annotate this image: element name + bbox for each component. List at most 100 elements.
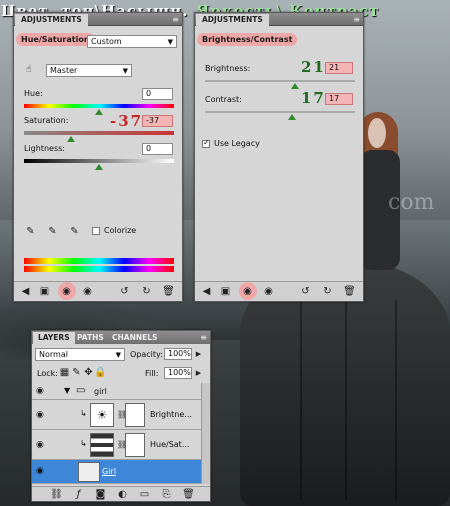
brightness-slider-thumb[interactable] <box>291 83 299 89</box>
brightness-field[interactable]: 21 <box>325 62 353 74</box>
reset-icon[interactable]: ↻ <box>140 285 153 298</box>
hue-saturation-heading: Hue/Saturation <box>16 33 95 46</box>
brightness-big-value: 21 <box>301 58 326 76</box>
opacity-label: Opacity: <box>130 350 163 359</box>
contrast-label: Contrast: <box>205 95 242 104</box>
lightness-slider[interactable] <box>24 159 174 163</box>
folder-icon: ▭ <box>76 385 86 396</box>
blend-mode-select[interactable]: Normal ▼ <box>35 348 125 361</box>
preset-value: Custom <box>91 37 122 46</box>
eye-icon[interactable]: ◉ <box>36 440 44 450</box>
fill-arrow-icon[interactable]: ▶ <box>192 367 205 380</box>
saturation-big-value: -37 <box>110 112 144 130</box>
layer-name: Brightne... <box>150 410 192 419</box>
expand-view-icon[interactable]: ▣ <box>219 285 232 298</box>
panel-menu-icon[interactable]: ≡ <box>200 332 207 343</box>
layer-name: Hue/Sat... <box>150 440 190 449</box>
layers-scrollbar[interactable] <box>201 383 210 484</box>
fill-field[interactable]: 100% <box>164 367 192 379</box>
panel-menu-icon[interactable]: ≡ <box>172 14 179 25</box>
tab-adjustments[interactable]: ADJUSTMENTS <box>15 14 88 26</box>
layer-girl[interactable]: ◉ Girl <box>32 460 202 484</box>
tab-paths[interactable]: PATHS <box>77 332 104 344</box>
brightness-contrast-panel: ADJUSTMENTS ≡ Brightness/Contrast Bright… <box>194 12 364 302</box>
lightness-field[interactable]: 0 <box>142 143 173 155</box>
layer-mask-thumbnail <box>125 433 145 457</box>
eye-icon[interactable]: ◉ <box>262 285 275 298</box>
tab-adjustments[interactable]: ADJUSTMENTS <box>196 14 269 26</box>
panel-titlebar: ADJUSTMENTS ≡ <box>195 13 363 26</box>
eyedropper-icon[interactable]: ✎ <box>24 225 37 238</box>
visibility-toggle-icon[interactable]: ◉ <box>60 285 73 298</box>
hue-label: Hue: <box>24 89 43 98</box>
panel-titlebar: ADJUSTMENTS ≡ <box>14 13 182 26</box>
trash-icon[interactable]: 🗑 <box>343 285 356 298</box>
chevron-down-icon: ▼ <box>115 351 121 359</box>
dress-fold <box>395 300 397 500</box>
reset-icon[interactable]: ↻ <box>321 285 334 298</box>
layer-name: Girl <box>102 467 116 476</box>
layers-footer: ⛓ ƒ ◙ ◐ ▭ ⎘ 🗑 <box>32 486 210 501</box>
channel-select[interactable]: Master ▼ <box>46 64 132 77</box>
eye-icon[interactable]: ◉ <box>81 285 94 298</box>
saturation-slider[interactable] <box>24 131 174 135</box>
hand-adjust-icon[interactable]: ☝ <box>22 63 35 76</box>
layer-thumbnail <box>78 462 100 482</box>
saturation-field[interactable]: -37 <box>142 115 173 127</box>
lightness-slider-thumb[interactable] <box>95 164 103 170</box>
eyedropper-plus-icon[interactable]: ✎ <box>46 225 59 238</box>
saturation-label: Saturation: <box>24 116 69 125</box>
panel-menu-icon[interactable]: ≡ <box>353 14 360 25</box>
opacity-arrow-icon[interactable]: ▶ <box>192 348 205 361</box>
eyedropper-minus-icon[interactable]: ✎ <box>68 225 81 238</box>
hue-slider-thumb[interactable] <box>95 109 103 115</box>
new-group-icon[interactable]: ▭ <box>138 488 151 501</box>
back-arrow-icon[interactable]: ◀ <box>200 285 213 298</box>
back-arrow-icon[interactable]: ◀ <box>19 285 32 298</box>
brightness-slider[interactable] <box>205 80 355 82</box>
chevron-down-icon: ▼ <box>122 67 128 75</box>
new-layer-icon[interactable]: ⎘ <box>160 488 173 501</box>
layer-hue-saturation[interactable]: ◉ ↳ ⛓ Hue/Sat... <box>32 430 202 460</box>
eye-icon[interactable]: ◉ <box>36 466 44 476</box>
layer-brightness[interactable]: ◉ ↳ ☀ ⛓ Brightne... <box>32 400 202 430</box>
clip-arrow-icon: ↳ <box>80 439 87 448</box>
contrast-slider[interactable] <box>205 111 355 113</box>
brightness-label: Brightness: <box>205 64 251 73</box>
hue-spectrum <box>24 104 174 108</box>
contrast-slider-thumb[interactable] <box>288 114 296 120</box>
layer-group-girl[interactable]: ◉ ▼ ▭ girl <box>32 383 202 400</box>
use-legacy-label: Use Legacy <box>214 139 260 148</box>
previous-state-icon[interactable]: ↺ <box>118 285 131 298</box>
trash-icon[interactable]: 🗑 <box>162 285 175 298</box>
saturation-slider-thumb[interactable] <box>66 136 75 142</box>
panel-footer: ◀ ▣ ◉ ◉ ↺ ↻ 🗑 <box>195 281 363 301</box>
visibility-toggle-icon[interactable]: ◉ <box>241 285 254 298</box>
panel-footer: ◀ ▣ ◉ ◉ ↺ ↻ 🗑 <box>14 281 182 301</box>
use-legacy-checkbox[interactable] <box>202 138 210 148</box>
trash-icon[interactable]: 🗑 <box>182 488 195 501</box>
tab-channels[interactable]: CHANNELS <box>112 332 157 344</box>
contrast-field[interactable]: 17 <box>325 93 353 105</box>
expand-view-icon[interactable]: ▣ <box>38 285 51 298</box>
previous-state-icon[interactable]: ↺ <box>299 285 312 298</box>
watermark: com <box>388 190 435 215</box>
tab-layers[interactable]: LAYERS <box>33 332 75 344</box>
add-mask-icon[interactable]: ◙ <box>94 488 107 501</box>
colorize-checkbox[interactable] <box>92 227 100 235</box>
contrast-big-value: 17 <box>301 89 326 107</box>
hue-field[interactable]: 0 <box>142 88 173 100</box>
preset-select[interactable]: Custom ▼ <box>87 35 177 48</box>
adjustment-layer-icon[interactable]: ◐ <box>116 488 129 501</box>
opacity-field[interactable]: 100% <box>164 348 192 360</box>
eye-icon[interactable]: ◉ <box>36 386 44 396</box>
lock-all-icon[interactable]: 🔒 <box>94 366 107 379</box>
group-name: girl <box>94 387 107 396</box>
eye-icon[interactable]: ◉ <box>36 410 44 420</box>
hue-saturation-panel: ADJUSTMENTS ≡ Hue/Saturation Custom ▼ ☝ … <box>13 12 183 302</box>
link-layers-icon[interactable]: ⛓ <box>50 488 63 501</box>
chevron-down-icon[interactable]: ▼ <box>64 386 70 395</box>
clip-arrow-icon: ↳ <box>80 409 87 418</box>
fx-icon[interactable]: ƒ <box>72 488 85 501</box>
result-spectrum-bar <box>24 266 174 272</box>
